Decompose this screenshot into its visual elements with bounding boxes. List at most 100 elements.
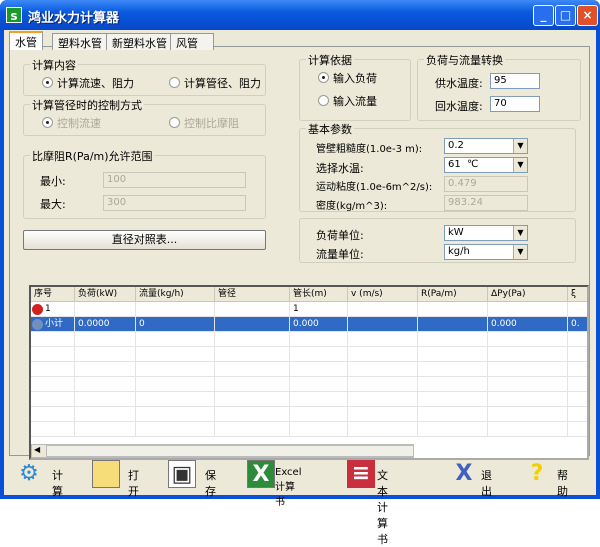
chevron-down-icon[interactable]: ▼: [513, 158, 527, 172]
chevron-down-icon[interactable]: ▼: [513, 245, 527, 259]
basis-group: 计算依据 输入负荷 输入流量: [299, 52, 411, 121]
column-header[interactable]: 管径: [215, 287, 290, 302]
table-cell: 0.0000: [75, 317, 136, 332]
radio-calc-diameter[interactable]: 计算管径、阻力: [169, 75, 261, 91]
radio-control-velocity[interactable]: 控制流速: [42, 115, 101, 131]
toolbar-label: 保存: [205, 469, 216, 498]
table-cell: [418, 377, 488, 392]
table-cell: [348, 422, 418, 437]
table-cell: 0.000: [290, 317, 348, 332]
table-cell: [418, 422, 488, 437]
load-unit-combo[interactable]: kW ▼: [444, 225, 528, 241]
maximize-button[interactable]: □: [555, 5, 576, 26]
load-unit-label: 负荷单位:: [316, 229, 364, 242]
temp-label: 选择水温:: [316, 162, 364, 175]
tab-water-pipe[interactable]: 水管: [9, 31, 43, 50]
range-group: 比摩阻R(Pa/m)允许范围 最小: 100 最大: 300: [23, 148, 266, 219]
radio-label: 控制流速: [57, 117, 101, 130]
table-cell: [75, 392, 136, 407]
radio-input-flow[interactable]: 输入流量: [318, 93, 377, 109]
return-temp-input[interactable]: 70: [490, 96, 540, 112]
results-grid[interactable]: ◀ 序号 负荷(kW) 流量(kg/h) 管径 管长(m) v (m/s) R(Pa/m) Δ…: [29, 285, 589, 460]
toolbar-label: 打开: [128, 469, 139, 498]
table-cell: [568, 377, 587, 392]
flow-unit-combo[interactable]: kg/h ▼: [444, 244, 528, 260]
help-question-icon: ?: [530, 461, 544, 486]
radio-input-load[interactable]: 输入负荷: [318, 70, 377, 86]
table-cell: [215, 317, 290, 332]
max-label: 最大:: [40, 198, 66, 211]
table-cell: [215, 422, 290, 437]
column-header[interactable]: 负荷(kW): [75, 287, 136, 302]
column-header[interactable]: v (m/s): [348, 287, 418, 302]
close-button[interactable]: ×: [577, 5, 598, 26]
window: s 鸿业水力计算器 _ □ × 计算内容 计算流速、阻力 计算管径、阻力 计算管…: [0, 0, 600, 546]
min-input[interactable]: 100: [103, 172, 246, 188]
radio-icon: [169, 117, 180, 128]
tab-air-duct[interactable]: 风管: [170, 33, 214, 50]
table-cell: [136, 422, 215, 437]
diameter-table-button[interactable]: 直径对照表...: [23, 230, 266, 250]
supply-temp-input[interactable]: 95: [490, 73, 540, 89]
table-cell: [418, 302, 488, 317]
table-cell: 1: [31, 302, 75, 317]
viscosity-input[interactable]: 0.479: [444, 176, 528, 192]
table-cell: [488, 302, 568, 317]
group-label: 计算依据: [306, 52, 354, 68]
temp-combo[interactable]: 61 ℃ ▼: [444, 157, 528, 173]
column-header[interactable]: 流量(kg/h): [136, 287, 215, 302]
table-cell: [568, 332, 587, 347]
column-header[interactable]: R(Pa/m): [418, 287, 488, 302]
column-header[interactable]: ξ: [568, 287, 587, 302]
tab-plastic-pipe[interactable]: 塑料水管: [52, 33, 108, 50]
table-cell: [568, 362, 587, 377]
table-cell: [215, 347, 290, 362]
combo-value: kW: [448, 227, 464, 238]
roughness-combo[interactable]: 0.2 ▼: [444, 138, 528, 154]
radio-control-friction[interactable]: 控制比摩阻: [169, 115, 239, 131]
horizontal-scrollbar[interactable]: ◀: [31, 444, 414, 458]
table-cell: [418, 347, 488, 362]
table-cell: [31, 377, 75, 392]
column-header[interactable]: ΔPy(Pa): [488, 287, 568, 302]
chevron-down-icon[interactable]: ▼: [513, 139, 527, 153]
radio-icon: [318, 72, 329, 83]
excel-icon: X: [247, 460, 275, 488]
table-cell: 0.: [568, 317, 587, 332]
client-area: 计算内容 计算流速、阻力 计算管径、阻力 计算管径时的控制方式 控制流速 控制比…: [4, 30, 596, 546]
group-label: 负荷与流量转换: [424, 52, 505, 68]
minimize-button[interactable]: _: [533, 5, 554, 26]
column-header[interactable]: 序号: [31, 287, 75, 302]
column-header[interactable]: 管长(m): [290, 287, 348, 302]
conversion-group: 负荷与流量转换 供水温度: 95 回水温度: 70: [417, 52, 581, 121]
table-cell: [136, 407, 215, 422]
density-input[interactable]: 983.24: [444, 195, 528, 211]
toolbar-label: 帮助: [557, 469, 568, 498]
tab-new-plastic-pipe[interactable]: 新塑料水管: [106, 33, 173, 50]
params-group: 基本参数 管壁粗糙度(1.0e-3 m): 0.2 ▼ 选择水温: 61 ℃ ▼ 运…: [299, 121, 576, 212]
save-disk-icon: ▣: [168, 460, 196, 488]
table-cell: [31, 332, 75, 347]
table-cell: [290, 362, 348, 377]
table-cell: [31, 422, 75, 437]
chevron-down-icon[interactable]: ▼: [513, 226, 527, 240]
table-cell: [568, 392, 587, 407]
max-input[interactable]: 300: [103, 195, 246, 211]
table-cell: [136, 377, 215, 392]
table-cell: [215, 377, 290, 392]
radio-label: 输入流量: [333, 95, 377, 108]
text-document-icon: ≡: [347, 460, 375, 488]
app-icon: s: [6, 7, 22, 23]
exit-x-icon: X: [455, 461, 473, 486]
group-label: 计算内容: [30, 57, 78, 73]
table-cell: [488, 407, 568, 422]
table-cell: 小计: [31, 317, 75, 332]
combo-value: 0.2: [448, 140, 464, 151]
radio-icon: [169, 77, 180, 88]
scroll-thumb[interactable]: [46, 445, 414, 457]
scroll-left-icon[interactable]: ◀: [34, 445, 40, 454]
table-cell: [136, 332, 215, 347]
viscosity-label: 运动粘度(1.0e-6m^2/s):: [316, 182, 433, 193]
table-cell: [290, 332, 348, 347]
radio-calc-velocity[interactable]: 计算流速、阻力: [42, 75, 134, 91]
